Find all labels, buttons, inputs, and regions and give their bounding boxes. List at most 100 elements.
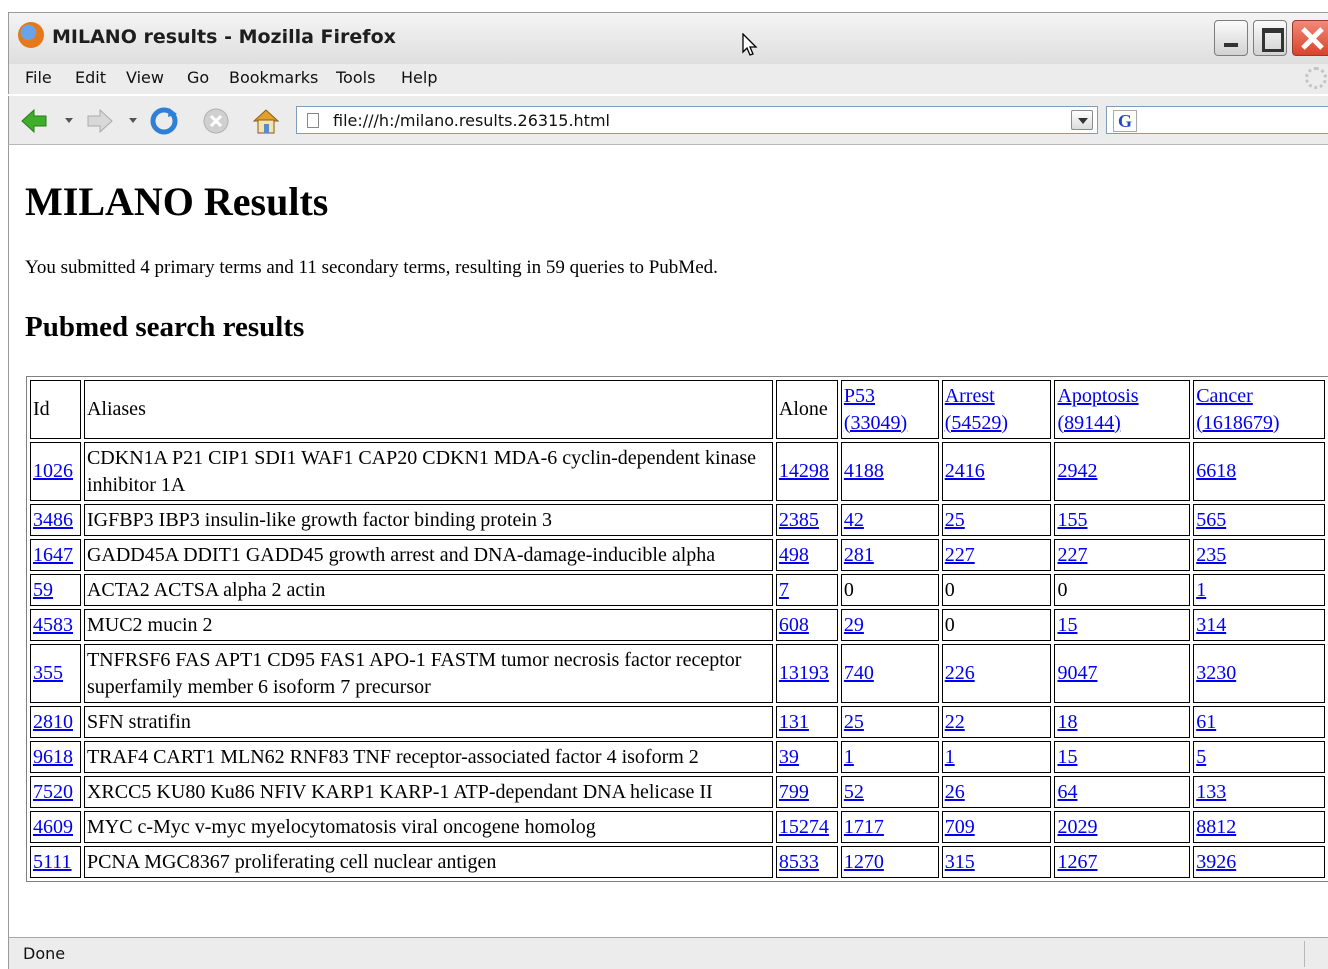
forward-dropdown-icon[interactable] xyxy=(129,118,137,123)
cancer-count-link[interactable]: 5 xyxy=(1196,746,1206,768)
menu-bookmarks[interactable]: Bookmarks xyxy=(229,68,318,87)
p53-count-link[interactable]: 4188 xyxy=(844,460,884,482)
cell-cancer: 6618 xyxy=(1193,442,1325,501)
apoptosis-count-link[interactable]: 2942 xyxy=(1057,460,1097,482)
resize-grip[interactable] xyxy=(1304,941,1328,967)
cancer-count-link[interactable]: 61 xyxy=(1196,711,1216,733)
forward-icon[interactable] xyxy=(85,106,115,136)
gene-id-link[interactable]: 9618 xyxy=(33,746,73,768)
menu-tools[interactable]: Tools xyxy=(336,68,375,87)
search-box[interactable]: G xyxy=(1106,106,1328,134)
apoptosis-count-link[interactable]: 64 xyxy=(1057,781,1077,803)
cancer-count-link[interactable]: 1 xyxy=(1196,579,1206,601)
alone-count-link[interactable]: 15274 xyxy=(779,816,829,838)
alone-count-link[interactable]: 8533 xyxy=(779,851,819,873)
menu-edit[interactable]: Edit xyxy=(75,68,106,87)
apoptosis-count-link[interactable]: 15 xyxy=(1057,614,1077,636)
arrest-count-link[interactable]: 2416 xyxy=(945,460,985,482)
maximize-button[interactable] xyxy=(1253,20,1287,56)
gene-id-link[interactable]: 1026 xyxy=(33,460,73,482)
alone-count-link[interactable]: 799 xyxy=(779,781,809,803)
alone-count-link[interactable]: 14298 xyxy=(779,460,829,482)
gene-id-link[interactable]: 4583 xyxy=(33,614,73,636)
gene-id-link[interactable]: 1647 xyxy=(33,544,73,566)
apoptosis-count-link[interactable]: 227 xyxy=(1057,544,1087,566)
alone-count-link[interactable]: 39 xyxy=(779,746,799,768)
gene-id-link[interactable]: 7520 xyxy=(33,781,73,803)
cell-id: 7520 xyxy=(30,776,81,808)
cell-aliases: PCNA MGC8367 proliferating cell nuclear … xyxy=(83,846,773,878)
arrest-count-link[interactable]: 227 xyxy=(945,544,975,566)
menu-file[interactable]: File xyxy=(25,68,52,87)
arrest-count-link[interactable]: 22 xyxy=(945,711,965,733)
gene-id-link[interactable]: 3486 xyxy=(33,509,73,531)
history-dropdown-button[interactable] xyxy=(1071,110,1093,130)
cell-alone: 2385 xyxy=(775,504,838,536)
cancer-count-link[interactable]: 565 xyxy=(1196,509,1226,531)
google-icon[interactable]: G xyxy=(1113,110,1137,132)
cell-cancer: 3230 xyxy=(1193,644,1325,703)
alone-count-link[interactable]: 608 xyxy=(779,614,809,636)
cancer-count-link[interactable]: 133 xyxy=(1196,781,1226,803)
apoptosis-count-link[interactable]: 155 xyxy=(1057,509,1087,531)
alone-count-link[interactable]: 498 xyxy=(779,544,809,566)
gene-id-link[interactable]: 355 xyxy=(33,662,63,684)
cell-alone: 608 xyxy=(775,609,838,641)
p53-count-link[interactable]: 42 xyxy=(844,509,864,531)
alone-count-link[interactable]: 13193 xyxy=(779,662,829,684)
cell-arrest: 226 xyxy=(941,644,1052,703)
gene-id-link[interactable]: 2810 xyxy=(33,711,73,733)
back-icon[interactable] xyxy=(19,106,49,136)
arrest-count-link[interactable]: 25 xyxy=(945,509,965,531)
minimize-button[interactable] xyxy=(1214,20,1248,56)
menu-view[interactable]: View xyxy=(126,68,164,87)
header-p53-link[interactable]: P53 (33049) xyxy=(844,385,907,434)
p53-count-link[interactable]: 1270 xyxy=(844,851,884,873)
apoptosis-count-link[interactable]: 18 xyxy=(1057,711,1077,733)
p53-count-link[interactable]: 281 xyxy=(844,544,874,566)
alone-count-link[interactable]: 131 xyxy=(779,711,809,733)
gene-id-link[interactable]: 59 xyxy=(33,579,53,601)
close-button[interactable] xyxy=(1292,20,1328,56)
gene-id-link[interactable]: 4609 xyxy=(33,816,73,838)
arrest-count-link[interactable]: 709 xyxy=(945,816,975,838)
alone-count-link[interactable]: 7 xyxy=(779,579,789,601)
apoptosis-count-link[interactable]: 2029 xyxy=(1057,816,1097,838)
cell-id: 1647 xyxy=(30,539,81,571)
menu-go[interactable]: Go xyxy=(187,68,209,87)
cancer-count-link[interactable]: 3926 xyxy=(1196,851,1236,873)
cancer-count-link[interactable]: 314 xyxy=(1196,614,1226,636)
arrest-count-link[interactable]: 1 xyxy=(945,746,955,768)
apoptosis-count-link[interactable]: 9047 xyxy=(1057,662,1097,684)
back-dropdown-icon[interactable] xyxy=(65,118,73,123)
cell-id: 5111 xyxy=(30,846,81,878)
p53-count-link[interactable]: 1 xyxy=(844,746,854,768)
header-alone: Alone xyxy=(775,380,838,439)
address-bar[interactable]: file:///h:/milano.results.26315.html xyxy=(296,106,1098,134)
p53-count-link[interactable]: 1717 xyxy=(844,816,884,838)
cancer-count-link[interactable]: 3230 xyxy=(1196,662,1236,684)
cell-arrest: 0 xyxy=(941,574,1052,606)
reload-icon[interactable] xyxy=(149,106,179,136)
arrest-count-link[interactable]: 315 xyxy=(945,851,975,873)
cancer-count-link[interactable]: 235 xyxy=(1196,544,1226,566)
header-apoptosis-link[interactable]: Apoptosis (89144) xyxy=(1057,385,1138,434)
arrest-count-link[interactable]: 26 xyxy=(945,781,965,803)
p53-count-link[interactable]: 52 xyxy=(844,781,864,803)
gene-id-link[interactable]: 5111 xyxy=(33,851,72,873)
cancer-count-link[interactable]: 6618 xyxy=(1196,460,1236,482)
p53-count-link[interactable]: 740 xyxy=(844,662,874,684)
header-cancer-link[interactable]: Cancer (1618679) xyxy=(1196,385,1279,434)
menu-help[interactable]: Help xyxy=(401,68,437,87)
home-icon[interactable] xyxy=(251,106,281,136)
url-text[interactable]: file:///h:/milano.results.26315.html xyxy=(333,111,610,130)
apoptosis-count-link[interactable]: 15 xyxy=(1057,746,1077,768)
arrest-count-link[interactable]: 226 xyxy=(945,662,975,684)
header-arrest-link[interactable]: Arrest (54529) xyxy=(945,385,1008,434)
cancer-count-link[interactable]: 8812 xyxy=(1196,816,1236,838)
stop-icon[interactable] xyxy=(201,106,231,136)
p53-count-link[interactable]: 25 xyxy=(844,711,864,733)
alone-count-link[interactable]: 2385 xyxy=(779,509,819,531)
p53-count-link[interactable]: 29 xyxy=(844,614,864,636)
apoptosis-count-link[interactable]: 1267 xyxy=(1057,851,1097,873)
